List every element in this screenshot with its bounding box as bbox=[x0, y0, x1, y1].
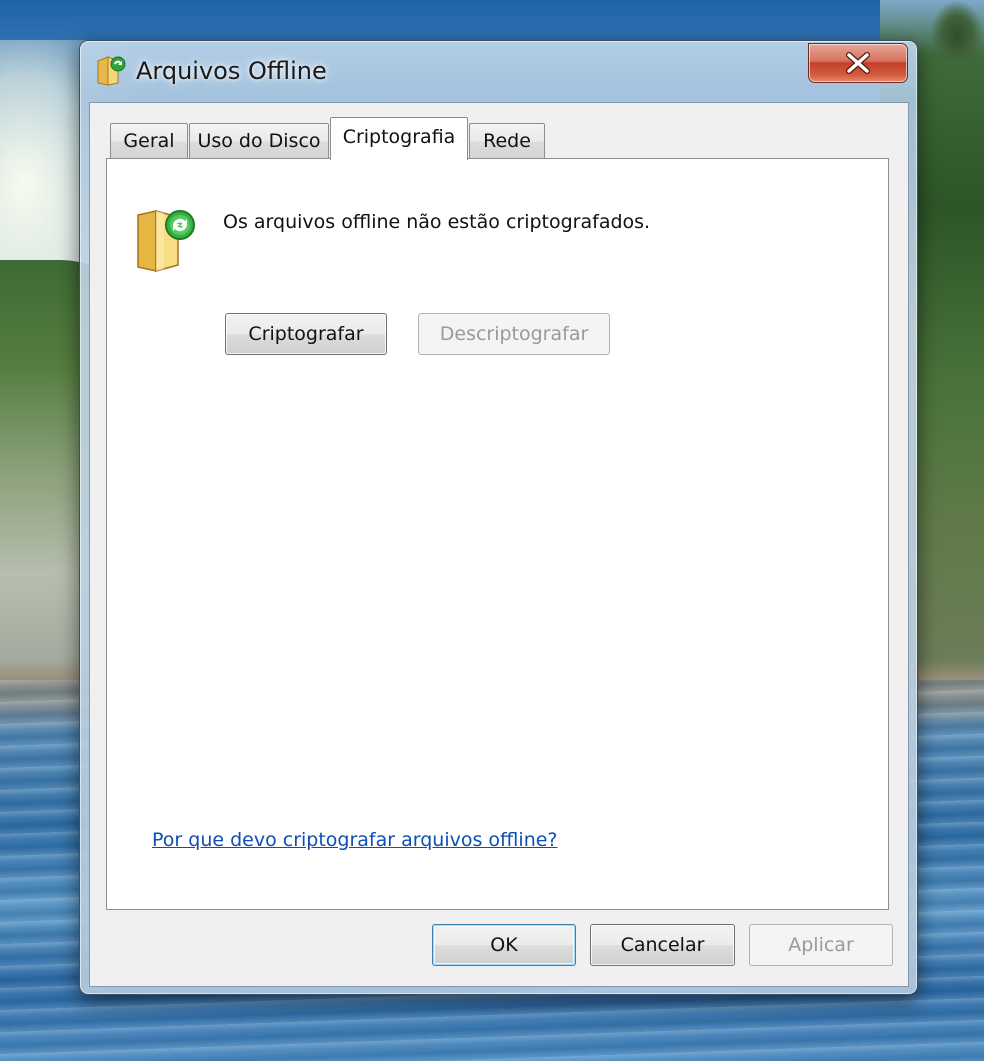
tab-rede[interactable]: Rede bbox=[469, 123, 545, 159]
tab-criptografia[interactable]: Criptografia bbox=[330, 117, 468, 160]
apply-button[interactable]: Aplicar bbox=[749, 924, 893, 966]
decrypt-button[interactable]: Descriptografar bbox=[418, 313, 610, 355]
dialog-client-area: Geral Uso do Disco Criptografia Rede Os … bbox=[89, 102, 909, 987]
close-button[interactable] bbox=[808, 43, 908, 83]
tab-strip: Geral Uso do Disco Criptografia Rede bbox=[108, 117, 888, 160]
why-encrypt-help-link[interactable]: Por que devo criptografar arquivos offli… bbox=[152, 829, 558, 851]
encryption-status-text: Os arquivos offline não estão criptograf… bbox=[223, 211, 651, 233]
tab-uso-do-disco[interactable]: Uso do Disco bbox=[189, 123, 329, 159]
tab-geral[interactable]: Geral bbox=[110, 123, 188, 159]
offline-files-dialog: Arquivos Offline Geral Uso do Disco Crip… bbox=[79, 40, 918, 995]
cancel-button[interactable]: Cancelar bbox=[590, 924, 735, 966]
title-bar[interactable]: Arquivos Offline bbox=[80, 41, 917, 101]
wallpaper-palm bbox=[930, 0, 984, 60]
offline-files-folder-icon bbox=[96, 55, 126, 87]
ok-button[interactable]: OK bbox=[432, 924, 576, 966]
criptografia-panel: Os arquivos offline não estão criptograf… bbox=[106, 158, 889, 910]
encrypt-button[interactable]: Criptografar bbox=[225, 313, 387, 355]
offline-folder-sync-icon bbox=[134, 207, 200, 275]
close-icon bbox=[846, 52, 870, 74]
window-title: Arquivos Offline bbox=[136, 57, 327, 85]
